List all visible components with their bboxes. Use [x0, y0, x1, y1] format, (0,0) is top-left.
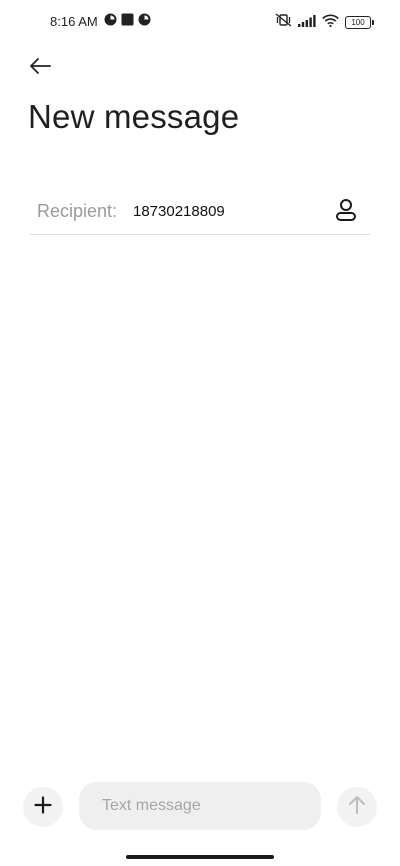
message-input[interactable]: [79, 782, 321, 830]
send-button[interactable]: [337, 787, 377, 827]
plus-icon: [34, 795, 52, 819]
contacts-button[interactable]: [332, 198, 360, 226]
notification-app-icon: [104, 13, 117, 29]
arrow-left-icon: [28, 57, 52, 80]
person-icon: [334, 198, 358, 227]
signal-icon: [298, 14, 316, 32]
recipient-label: Recipient:: [37, 201, 118, 221]
back-button[interactable]: [26, 54, 54, 82]
battery-tip: [372, 20, 374, 25]
status-right: 100: [275, 13, 374, 32]
attach-button[interactable]: [23, 787, 63, 827]
notification-app-icon: [138, 13, 151, 29]
recipient-input[interactable]: [133, 203, 313, 220]
battery-icon: 100: [345, 16, 374, 29]
wifi-icon: [322, 14, 339, 32]
recipient-row: Recipient:: [30, 190, 370, 235]
message-composer: [0, 780, 400, 834]
status-time: 8:16 AM: [50, 13, 98, 29]
home-indicator[interactable]: [126, 855, 274, 859]
square-notification-icon: [121, 13, 134, 29]
battery-level: 100: [345, 16, 371, 29]
status-left: 8:16 AM: [50, 13, 151, 29]
page-title: New message: [28, 98, 240, 135]
vibrate-muted-icon: [275, 13, 292, 32]
status-bar: 8:16 AM 100: [0, 0, 400, 44]
arrow-up-icon: [348, 795, 366, 820]
